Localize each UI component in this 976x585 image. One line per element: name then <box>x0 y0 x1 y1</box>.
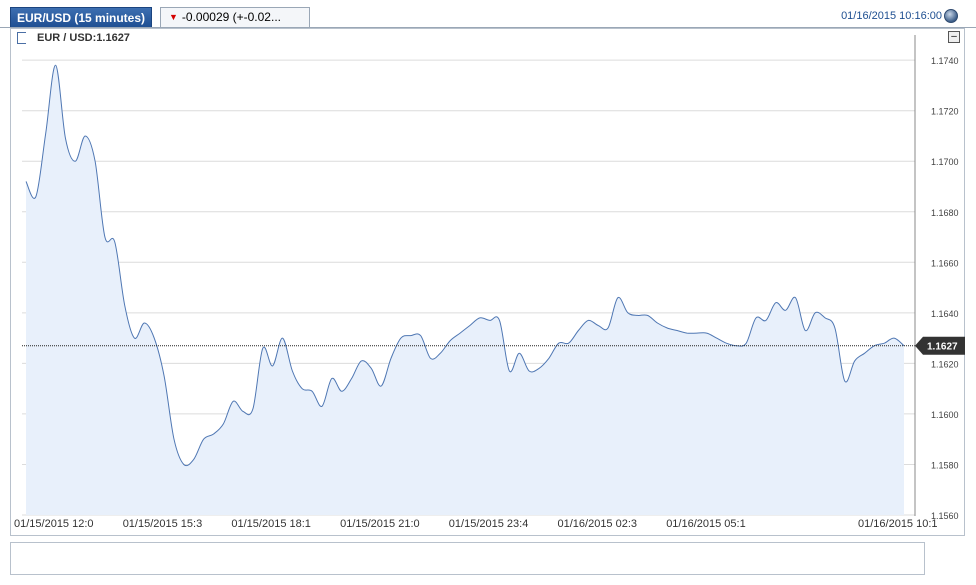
y-tick-label: 1.1700 <box>931 157 959 167</box>
y-tick-label: 1.1620 <box>931 359 959 369</box>
y-tick-label: 1.1660 <box>931 258 959 268</box>
series-area-fill <box>26 65 904 515</box>
x-tick-label: 01/16/2015 10:1 <box>858 518 938 530</box>
area-layer <box>22 64 915 515</box>
x-tick-label: 01/15/2015 23:4 <box>449 518 529 530</box>
x-tick-label: 01/16/2015 05:1 <box>666 518 746 530</box>
x-tick-label: 01/15/2015 18:1 <box>231 518 311 530</box>
x-tick-label: 01/15/2015 15:3 <box>123 518 203 530</box>
x-tick-label: 01/15/2015 21:0 <box>340 518 420 530</box>
price-chart: 1.1740 1.1720 1.1700 1.1680 1.1660 1.1640 1.16… <box>14 35 965 573</box>
x-tick-label: 01/16/2015 02:3 <box>558 518 638 530</box>
y-tick-label: 1.1720 <box>931 107 959 117</box>
y-tick-label: 1.1580 <box>931 460 959 470</box>
x-tick-label: 01/15/2015 12:0 <box>14 518 94 530</box>
last-value-label: 1.1627 <box>927 342 958 353</box>
y-tick-label: 1.1740 <box>931 56 959 66</box>
y-tick-label: 1.1640 <box>931 309 959 319</box>
y-tick-label: 1.1680 <box>931 208 959 218</box>
navigator-panel[interactable] <box>10 542 925 575</box>
y-tick-label: 1.1600 <box>931 410 959 420</box>
